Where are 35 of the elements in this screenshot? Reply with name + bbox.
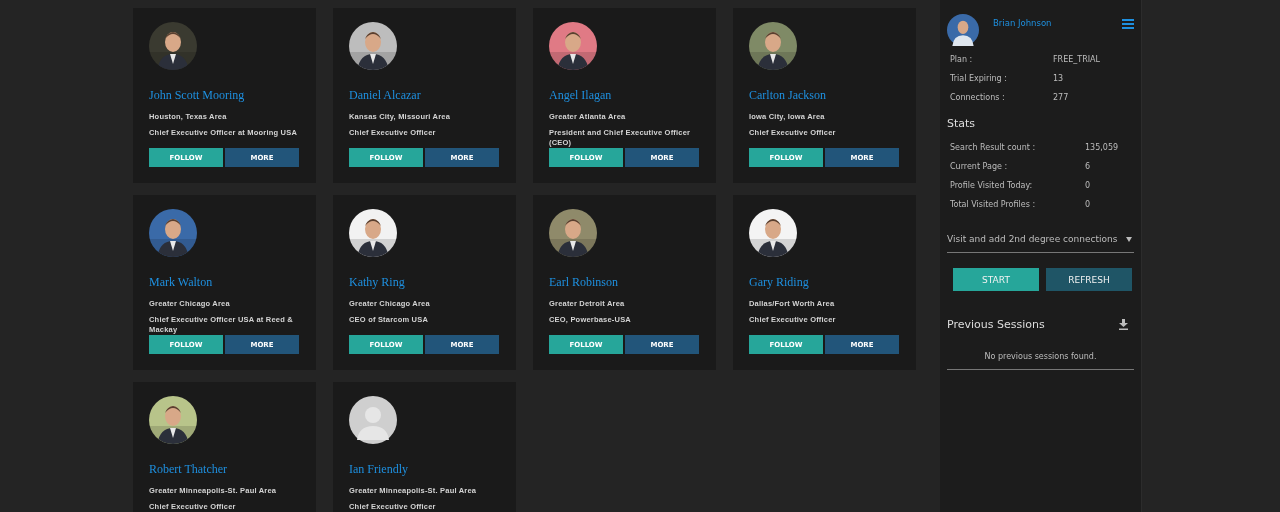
stat-label: Current Page : (950, 161, 1009, 172)
profile-name[interactable]: Gary Riding (749, 275, 900, 290)
profile-name[interactable]: Kathy Ring (349, 275, 500, 290)
refresh-button[interactable]: REFRESH (1046, 268, 1132, 291)
info-value: FREE_TRIAL (1053, 54, 1101, 65)
stat-value: 6 (1085, 161, 1092, 172)
avatar-placeholder-icon (349, 396, 397, 444)
profile-name[interactable]: Carlton Jackson (749, 88, 900, 103)
profile-name[interactable]: Robert Thatcher (149, 462, 300, 477)
info-label: Plan : (950, 54, 974, 65)
download-icon[interactable] (1119, 319, 1128, 330)
action-dropdown[interactable]: Visit and add 2nd degree connections (947, 234, 1134, 253)
info-label: Connections : (950, 92, 1006, 103)
profile-name[interactable]: Daniel Alcazar (349, 88, 500, 103)
profile-name[interactable]: Angel Ilagan (549, 88, 700, 103)
profile-name[interactable]: Ian Friendly (349, 462, 500, 477)
menu-icon[interactable] (1122, 19, 1134, 29)
user-name[interactable]: Brian Johnson (993, 18, 1108, 28)
stat-label: Profile Visited Today: (950, 180, 1034, 191)
sessions-heading: Previous Sessions (947, 318, 1045, 331)
stat-label: Search Result count : (950, 142, 1037, 153)
profile-name[interactable]: Mark Walton (149, 275, 300, 290)
stat-label: Total Visited Profiles : (950, 199, 1037, 210)
info-label: Trial Expiring : (950, 73, 1008, 84)
empty-sessions-message: No previous sessions found. (947, 331, 1134, 370)
stat-value: 0 (1085, 180, 1092, 191)
stat-value: 135,059 (1085, 142, 1120, 153)
caret-icon (1126, 236, 1132, 242)
stat-value: 0 (1085, 199, 1092, 210)
info-value: 13 (1053, 73, 1065, 84)
stats-heading: Stats (947, 117, 977, 130)
profile-name[interactable]: Earl Robinson (549, 275, 700, 290)
info-value: 277 (1053, 92, 1070, 103)
start-button[interactable]: START (953, 268, 1039, 291)
profile-name[interactable]: John Scott Mooring (149, 88, 300, 103)
